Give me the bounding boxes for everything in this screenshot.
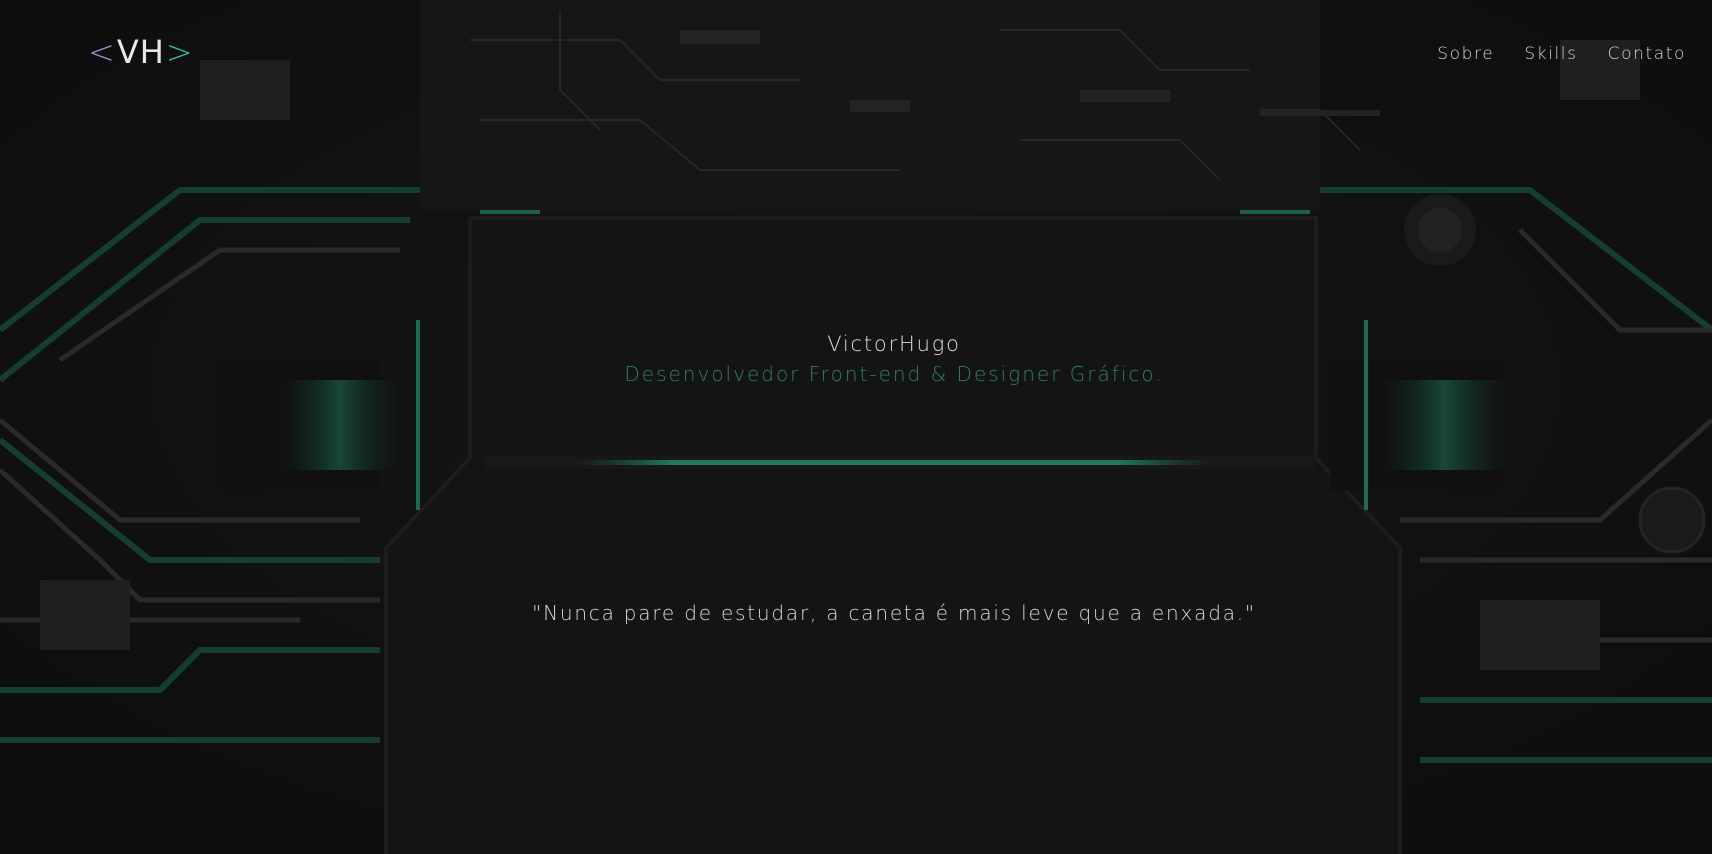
nav-link-skills[interactable]: Skills: [1524, 44, 1577, 64]
nav-link-contato[interactable]: Contato: [1608, 44, 1686, 64]
logo-letters: VH: [116, 33, 165, 71]
hero-name: VictorHugo: [827, 332, 961, 356]
nav-link-sobre[interactable]: Sobre: [1437, 44, 1494, 64]
hero-role: Desenvolvedor Front-end & Designer Gráfi…: [624, 362, 1164, 386]
quote-text: "Nunca pare de estudar, a caneta é mais …: [532, 601, 1256, 625]
logo-right-chevron: >: [165, 33, 194, 71]
logo-left-chevron: <: [88, 33, 116, 71]
site-logo[interactable]: < VH >: [88, 32, 194, 72]
main-nav: Sobre Skills Contato: [1437, 44, 1686, 64]
circuit-background: [0, 0, 1712, 854]
page: < VH > Sobre Skills Contato VictorHugo D…: [0, 0, 1712, 854]
